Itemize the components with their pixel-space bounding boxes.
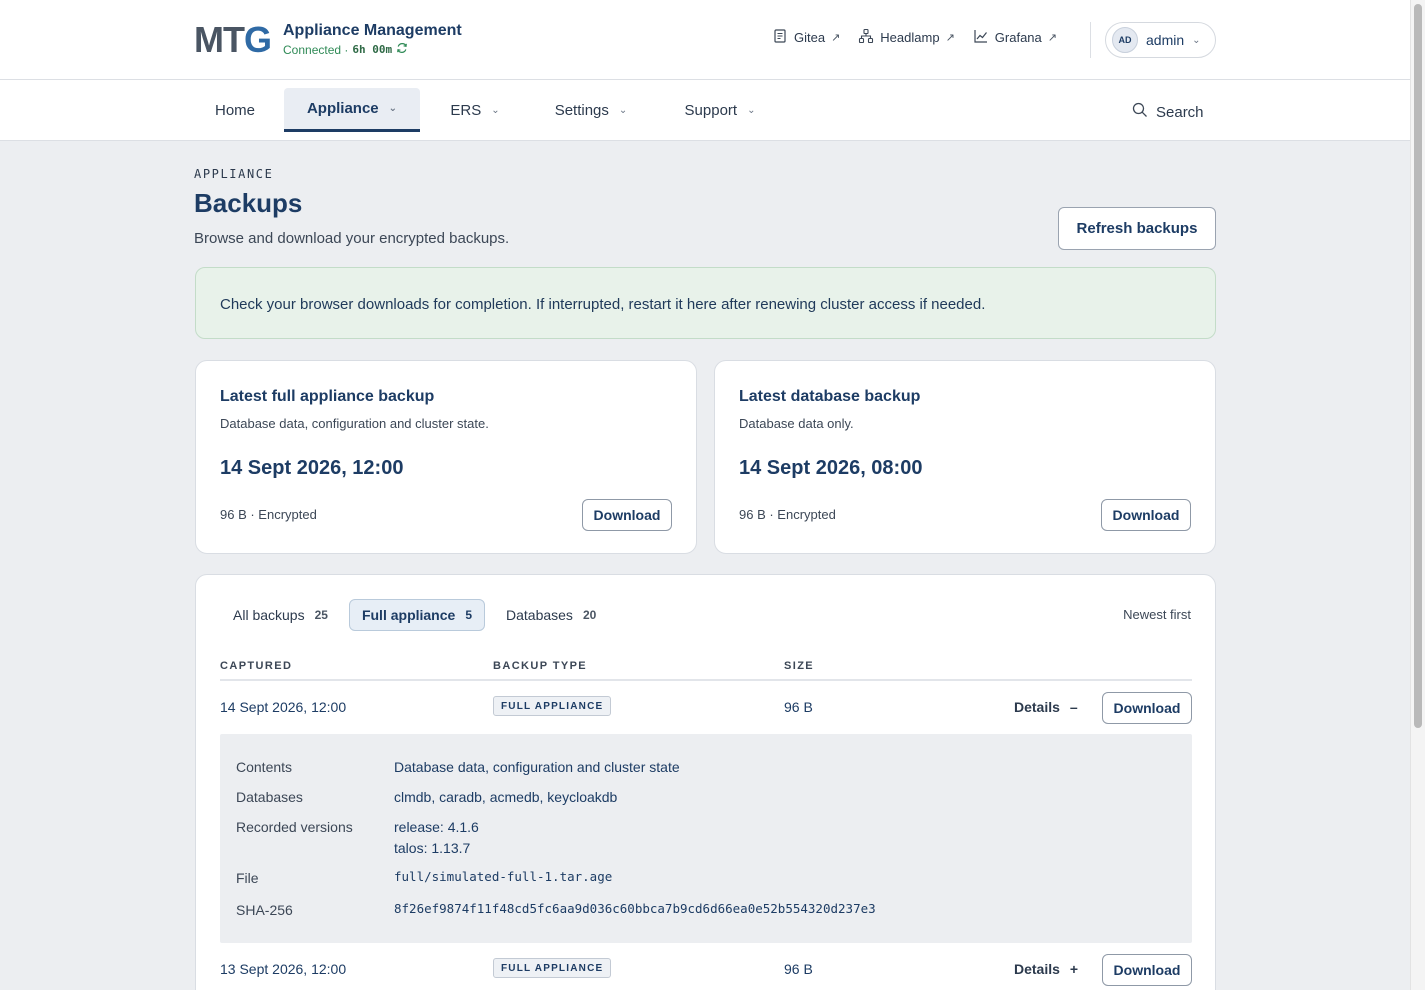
search-button[interactable]: Search bbox=[1132, 102, 1204, 122]
refresh-session-icon[interactable] bbox=[396, 41, 408, 59]
card-meta: 96 B · Encrypted bbox=[739, 507, 836, 522]
user-menu[interactable]: AD admin ⌄ bbox=[1105, 22, 1216, 58]
table-row: 13 Sept 2026, 12:00 FULL APPLIANCE 96 B … bbox=[220, 943, 1192, 990]
backup-size: 96 B bbox=[784, 699, 813, 715]
refresh-backups-button[interactable]: Refresh backups bbox=[1058, 207, 1216, 250]
backups-table-panel: All backups 25 Full appliance 5 Database… bbox=[195, 574, 1216, 990]
section-eyebrow: APPLIANCE bbox=[194, 167, 274, 181]
session-timer: 6h 00m bbox=[352, 43, 393, 56]
line-chart-icon bbox=[973, 28, 989, 47]
collapse-icon: – bbox=[1069, 699, 1078, 715]
chevron-down-icon: ⌄ bbox=[618, 104, 628, 116]
filter-databases[interactable]: Databases 20 bbox=[493, 599, 609, 631]
nav-settings[interactable]: Settings ⌄ bbox=[530, 88, 652, 132]
card-description: Database data only. bbox=[739, 416, 854, 431]
network-nodes-icon bbox=[858, 28, 874, 47]
sort-order[interactable]: Newest first bbox=[1123, 607, 1191, 622]
chevron-down-icon: ⌄ bbox=[747, 104, 756, 116]
backup-size: 96 B bbox=[784, 961, 813, 977]
brand[interactable]: MTG Appliance Management Connected · 6h … bbox=[194, 20, 462, 60]
detail-label: Recorded versions bbox=[236, 819, 353, 835]
external-arrow-icon: ↗ bbox=[831, 32, 841, 44]
card-meta: 96 B · Encrypted bbox=[220, 507, 317, 522]
backup-type-badge: FULL APPLIANCE bbox=[493, 958, 612, 978]
column-size: SIZE bbox=[784, 660, 815, 672]
main-nav: Home Appliance ⌄ ERS ⌄ Settings ⌄ Suppor… bbox=[0, 80, 1410, 141]
scrollbar-thumb[interactable] bbox=[1414, 4, 1422, 728]
search-icon bbox=[1132, 102, 1148, 122]
page-title: Backups bbox=[194, 188, 303, 218]
filter-full-appliance[interactable]: Full appliance 5 bbox=[348, 599, 485, 631]
captured-date: 13 Sept 2026, 12:00 bbox=[220, 961, 347, 977]
download-button[interactable]: Download bbox=[1102, 954, 1192, 986]
latest-database-backup-card: Latest database backup Database data onl… bbox=[714, 360, 1216, 554]
header-divider bbox=[1090, 22, 1091, 58]
detail-label: Databases bbox=[236, 789, 303, 805]
detail-release-version: release: 4.1.6 bbox=[394, 819, 479, 835]
filter-count: 5 bbox=[465, 608, 472, 622]
download-full-backup-button[interactable]: Download bbox=[582, 499, 672, 531]
expand-icon: + bbox=[1069, 961, 1079, 977]
nav-support[interactable]: Support ⌄ bbox=[660, 88, 780, 132]
detail-sha256: 8f26ef9874f11f48cd5fc6aa9d036c60bbca7b9c… bbox=[394, 901, 876, 916]
page-subtitle: Browse and download your encrypted backu… bbox=[194, 230, 510, 247]
document-icon bbox=[772, 28, 788, 47]
table-row: 14 Sept 2026, 12:00 FULL APPLIANCE 96 B … bbox=[220, 681, 1192, 733]
filter-count: 20 bbox=[582, 608, 597, 622]
chevron-down-icon: ⌄ bbox=[491, 104, 500, 116]
page-scrollbar[interactable] bbox=[1410, 0, 1425, 990]
latest-full-backup-card: Latest full appliance backup Database da… bbox=[195, 360, 697, 554]
detail-label: File bbox=[236, 870, 259, 886]
details-toggle[interactable]: Details + bbox=[1014, 961, 1078, 977]
external-links: Gitea ↗ Headlamp ↗ Grafana ↗ bbox=[772, 28, 1057, 47]
card-title: Latest database backup bbox=[739, 388, 921, 405]
top-header: MTG Appliance Management Connected · 6h … bbox=[0, 0, 1410, 80]
external-arrow-icon: ↗ bbox=[1047, 32, 1057, 44]
download-button[interactable]: Download bbox=[1102, 692, 1192, 724]
headlamp-link[interactable]: Headlamp ↗ bbox=[858, 28, 955, 47]
backup-filters: All backups 25 Full appliance 5 Database… bbox=[220, 599, 609, 631]
connection-status: Connected · 6h 00m bbox=[283, 41, 462, 59]
column-captured: CAPTURED bbox=[220, 660, 293, 672]
app-title: Appliance Management bbox=[283, 22, 462, 39]
grafana-link[interactable]: Grafana ↗ bbox=[973, 28, 1057, 47]
mtg-logo: MTG bbox=[194, 19, 272, 60]
column-backup-type: BACKUP TYPE bbox=[493, 660, 588, 672]
avatar: AD bbox=[1112, 27, 1138, 53]
external-arrow-icon: ↗ bbox=[945, 32, 955, 44]
nav-home[interactable]: Home bbox=[194, 88, 276, 132]
backup-details: Contents Database data, configuration an… bbox=[220, 734, 1192, 943]
filter-all-backups[interactable]: All backups 25 bbox=[220, 599, 341, 631]
detail-label: Contents bbox=[236, 759, 293, 775]
card-date: 14 Sept 2026, 12:00 bbox=[220, 457, 404, 479]
details-toggle[interactable]: Details – bbox=[1014, 699, 1078, 715]
detail-label: SHA-256 bbox=[236, 902, 293, 918]
chevron-down-icon: ⌄ bbox=[1192, 34, 1201, 46]
gitea-link[interactable]: Gitea ↗ bbox=[772, 28, 840, 47]
card-date: 14 Sept 2026, 08:00 bbox=[739, 457, 923, 479]
backup-type-badge: FULL APPLIANCE bbox=[493, 696, 612, 716]
detail-databases: clmdb, caradb, acmedb, keycloakdb bbox=[394, 789, 618, 805]
user-name: admin bbox=[1146, 32, 1185, 48]
download-database-backup-button[interactable]: Download bbox=[1101, 499, 1191, 531]
card-description: Database data, configuration and cluster… bbox=[220, 416, 489, 431]
download-notice: Check your browser downloads for complet… bbox=[195, 267, 1216, 339]
card-title: Latest full appliance backup bbox=[220, 388, 435, 405]
detail-talos-version: talos: 1.13.7 bbox=[394, 840, 471, 856]
detail-contents: Database data, configuration and cluster… bbox=[394, 759, 680, 775]
nav-appliance[interactable]: Appliance ⌄ bbox=[284, 88, 420, 132]
filter-count: 25 bbox=[314, 608, 328, 622]
detail-file-path: full/simulated-full-1.tar.age bbox=[394, 869, 613, 884]
chevron-down-icon: ⌄ bbox=[388, 103, 398, 114]
captured-date: 14 Sept 2026, 12:00 bbox=[220, 699, 347, 715]
nav-ers[interactable]: ERS ⌄ bbox=[428, 88, 522, 132]
